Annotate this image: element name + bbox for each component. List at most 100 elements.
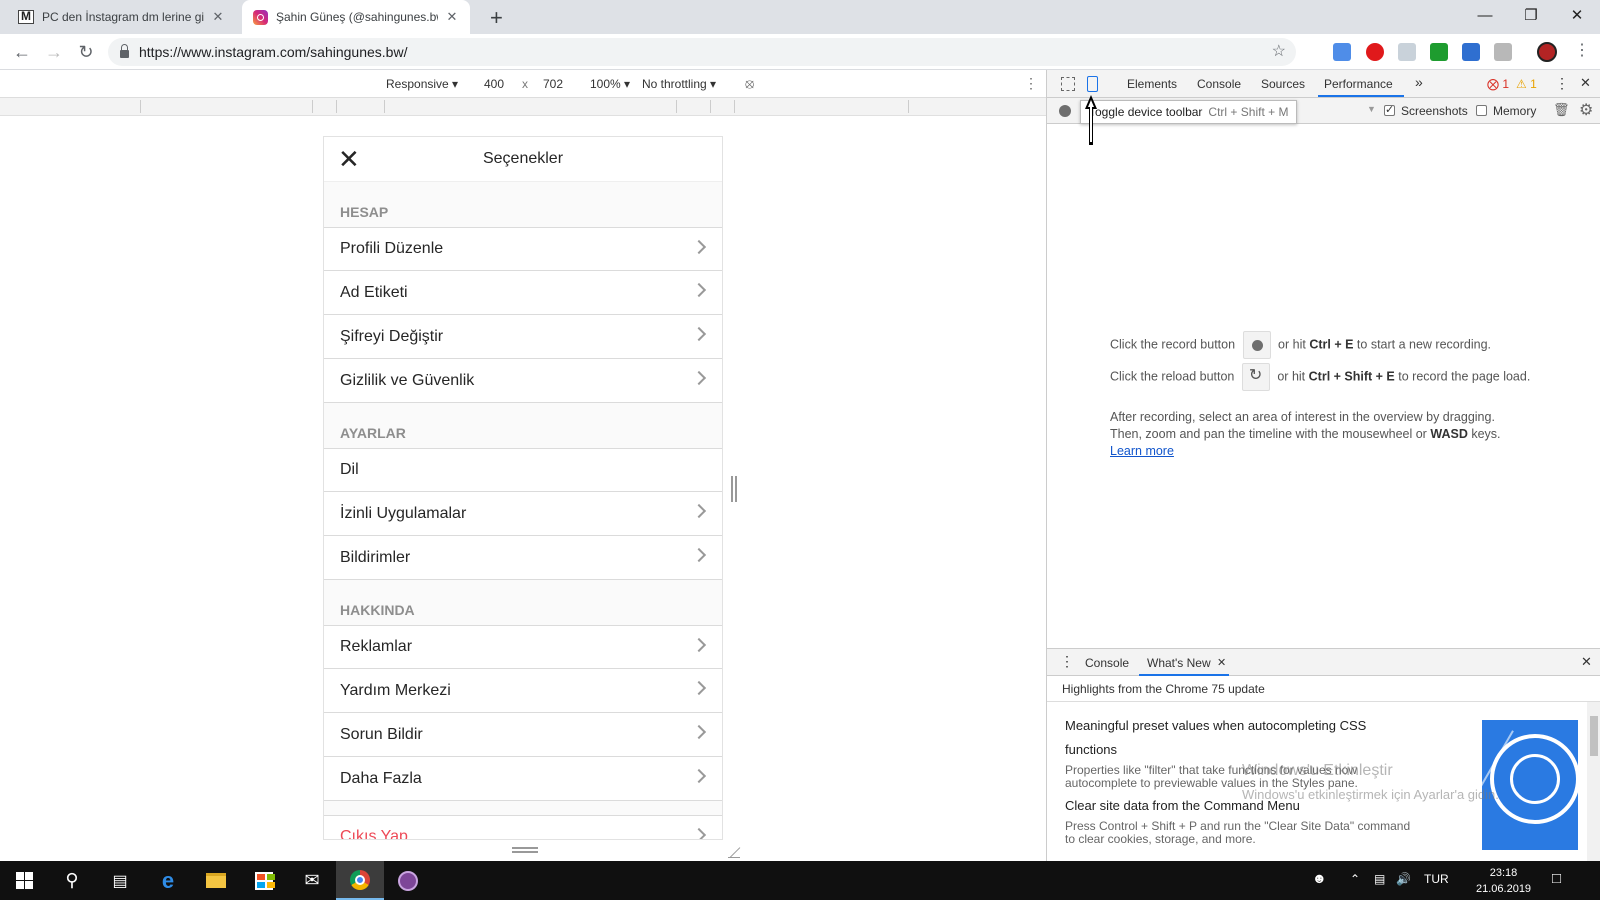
bookmark-star-icon[interactable]: ☆ (1272, 41, 1286, 61)
feature-title[interactable]: Meaningful preset values when autocomple… (1065, 718, 1366, 733)
start-button[interactable] (0, 861, 48, 900)
settings-gear-icon[interactable]: ⚙ (1579, 100, 1593, 120)
tab-elements[interactable]: Elements (1127, 77, 1177, 91)
address-bar[interactable]: https://www.instagram.com/sahingunes.bw/… (108, 38, 1296, 66)
chevron-right-icon (691, 724, 707, 740)
window-close-icon[interactable]: ✕ (1554, 0, 1600, 30)
dropdown-arrow-icon[interactable]: ▼ (1367, 104, 1376, 114)
feature-title[interactable]: functions (1065, 742, 1117, 757)
drawer-tab-console[interactable]: Console (1085, 656, 1129, 670)
devtools-menu-icon[interactable]: ⋮ (1555, 75, 1569, 92)
tor-browser-icon[interactable] (384, 861, 432, 900)
task-view-icon[interactable]: ▤ (96, 861, 144, 900)
arrow-annotation-icon (1085, 95, 1097, 145)
screenshots-checkbox[interactable] (1384, 103, 1395, 116)
back-icon[interactable]: ← (10, 40, 34, 64)
minimize-icon[interactable]: — (1462, 0, 1508, 30)
edge-icon[interactable]: e (144, 861, 192, 900)
forward-icon[interactable]: → (42, 40, 66, 64)
whats-new-content: Meaningful preset values when autocomple… (1047, 702, 1587, 861)
drawer-close-icon[interactable]: ✕ (1581, 654, 1592, 670)
chevron-right-icon (691, 326, 707, 342)
reload-icon[interactable]: ↻ (74, 40, 98, 64)
trash-icon[interactable]: 🗑 (1553, 102, 1570, 118)
download-extension-icon[interactable] (1430, 43, 1448, 61)
devtools-close-icon[interactable]: ✕ (1580, 75, 1591, 91)
chevron-right-icon (691, 239, 707, 255)
menu-item-help-center[interactable]: Yardım Merkezi (324, 669, 722, 713)
section-header-about: HAKKINDA (340, 602, 415, 618)
rotate-icon[interactable]: ⦻ (745, 75, 754, 92)
opera-extension-icon[interactable] (1366, 43, 1384, 61)
chevron-right-icon (691, 827, 707, 839)
width-input[interactable]: 400 (484, 77, 504, 91)
menu-item-report-problem[interactable]: Sorun Bildir (324, 713, 722, 757)
search-icon[interactable]: ⚲ (48, 861, 96, 900)
people-icon[interactable]: ☻ (1312, 870, 1327, 886)
throttling-select[interactable]: No throttling ▾ (642, 77, 716, 91)
menu-item-nametag[interactable]: Ad Etiketi (324, 271, 722, 315)
resize-handle-bottom[interactable] (512, 847, 538, 853)
zoom-select[interactable]: 100% ▾ (590, 77, 630, 91)
chrome-taskbar-icon[interactable] (336, 861, 384, 900)
close-options-icon[interactable]: ✕ (338, 144, 360, 175)
menu-item-more[interactable]: Daha Fazla (324, 757, 722, 801)
device-mode-select[interactable]: Responsive ▾ (386, 77, 458, 91)
tray-expand-icon[interactable]: ⌃ (1350, 872, 1360, 886)
warning-count[interactable]: ⚠ 1 (1516, 77, 1537, 91)
tab-title: Şahin Güneş (@sahingunes.bw) · (276, 10, 438, 24)
volume-icon[interactable]: 🔊 (1396, 872, 1411, 886)
close-tab-icon[interactable]: ✕ (1217, 656, 1226, 669)
chrome-menu-icon[interactable]: ⋮ (1574, 40, 1590, 60)
record-icon[interactable] (1059, 105, 1071, 117)
language-indicator[interactable]: TUR (1424, 872, 1449, 886)
learn-more-link[interactable]: Learn more (1110, 444, 1174, 458)
restore-icon[interactable]: ❐ (1508, 0, 1554, 30)
mail-icon[interactable]: ✉ (288, 861, 336, 900)
file-explorer-icon[interactable] (192, 861, 240, 900)
translate-extension-icon[interactable] (1333, 43, 1351, 61)
drawer-scrollbar[interactable] (1587, 702, 1600, 861)
menu-item-authorized-apps[interactable]: İzinli Uygulamalar (324, 492, 722, 536)
error-count[interactable]: ⨂ 1 (1487, 77, 1509, 91)
menu-item-notifications[interactable]: Bildirimler (324, 536, 722, 580)
resize-handle-corner[interactable] (728, 846, 740, 858)
height-input[interactable]: 702 (543, 77, 563, 91)
menu-item-logout[interactable]: Çıkış Yap (324, 815, 722, 839)
profile-extension-icon[interactable] (1494, 43, 1512, 61)
toggle-device-toolbar-icon[interactable] (1087, 76, 1098, 92)
drawer-tab-whats-new[interactable]: What's New (1147, 656, 1211, 670)
chevron-right-icon (691, 503, 707, 519)
gmail-icon (18, 9, 34, 25)
media-query-ruler[interactable] (0, 98, 1046, 116)
tab-gmail[interactable]: PC den İnstagram dm lerine girm ✕ (8, 0, 236, 34)
menu-item-change-password[interactable]: Şifreyi Değiştir (324, 315, 722, 359)
network-icon[interactable]: ▤ (1374, 872, 1385, 886)
reload-record-button[interactable]: ↻ (1241, 363, 1270, 391)
new-tab-button[interactable]: + (490, 5, 503, 31)
tab-console[interactable]: Console (1197, 77, 1241, 91)
record-button[interactable] (1242, 331, 1271, 359)
notifications-icon[interactable]: □ (1552, 870, 1561, 887)
memory-checkbox[interactable] (1476, 105, 1487, 116)
resize-handle-right[interactable] (731, 476, 737, 502)
tab-sources[interactable]: Sources (1261, 77, 1305, 91)
url-text: https://www.instagram.com/sahingunes.bw/ (139, 44, 408, 60)
menu-item-privacy-security[interactable]: Gizlilik ve Güvenlik (324, 359, 722, 403)
close-icon[interactable]: ✕ (210, 9, 226, 25)
drawer-menu-icon[interactable]: ⋮ (1060, 653, 1074, 670)
menu-item-language[interactable]: Dil (324, 448, 722, 492)
more-tabs-icon[interactable]: » (1415, 74, 1423, 90)
device-more-icon[interactable]: ⋮ (1024, 75, 1038, 92)
cast-extension-icon[interactable] (1398, 43, 1416, 61)
clock[interactable]: 23:18 21.06.2019 (1476, 865, 1531, 897)
tab-performance[interactable]: Performance (1324, 77, 1393, 91)
store-icon[interactable] (240, 861, 288, 900)
menu-item-edit-profile[interactable]: Profili Düzenle (324, 227, 722, 271)
close-icon[interactable]: ✕ (444, 9, 460, 25)
tab-instagram[interactable]: Şahin Güneş (@sahingunes.bw) · ✕ (242, 0, 470, 34)
profile-avatar[interactable] (1537, 42, 1557, 62)
inspect-element-icon[interactable] (1061, 77, 1075, 91)
menu-item-ads[interactable]: Reklamlar (324, 625, 722, 669)
save-extension-icon[interactable] (1462, 43, 1480, 61)
